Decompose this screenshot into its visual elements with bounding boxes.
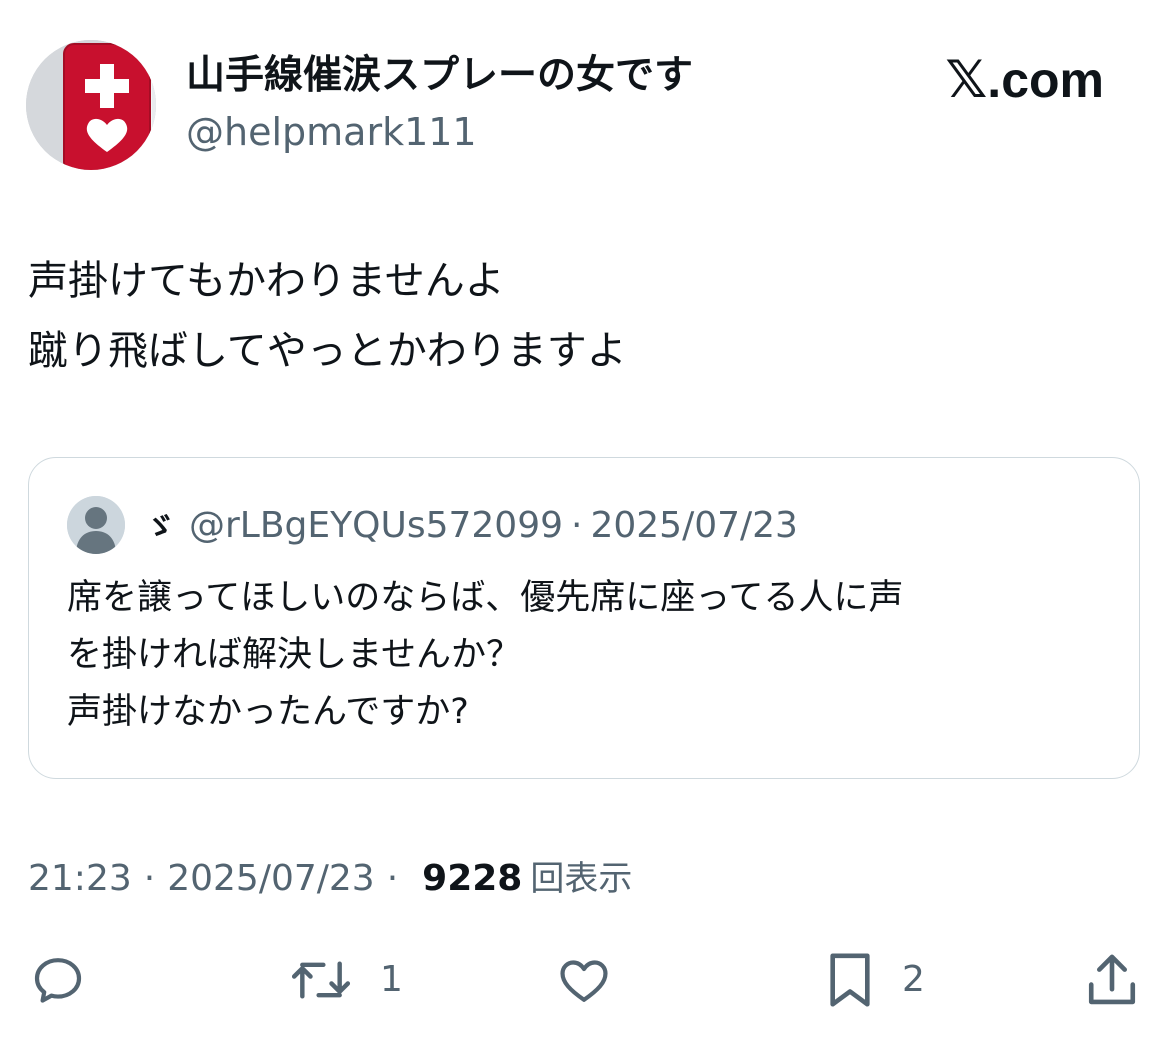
share-button[interactable] [1084, 945, 1140, 1015]
retweet-icon [291, 961, 351, 999]
share-icon [1088, 954, 1136, 1005]
tweet-line: 声掛けてもかわりませんよ [28, 258, 505, 304]
help-mark-avatar-image [26, 40, 156, 170]
quoted-tweet[interactable]: ゞ @rLBgEYQUs572099 · 2025/07/23 席を譲ってほしい… [28, 457, 1140, 779]
x-com-logo: 𝕏 .com [945, 50, 1104, 110]
tweet-time[interactable]: 21:23 [28, 853, 132, 905]
bookmark-icon [830, 953, 870, 1007]
quoted-line: 声掛けなかったんですか? [67, 692, 469, 732]
meta-separator: · [386, 858, 399, 899]
default-avatar-icon [67, 496, 125, 554]
action-bar: 1 2 [0, 945, 1170, 1015]
x-domain-text: .com [987, 52, 1104, 108]
quoted-separator: · [571, 505, 583, 546]
tweet-meta: 21:23 · 2025/07/23 · 9228 回表示 [28, 853, 632, 905]
tweet-text: 声掛けてもかわりませんよ 蹴り飛ばしてやっとかわりますよ [28, 246, 627, 386]
retweet-button[interactable]: 1 [288, 945, 403, 1015]
author-avatar[interactable] [26, 40, 156, 170]
reply-icon [34, 958, 82, 1003]
quoted-display-name[interactable]: ゞ [145, 504, 175, 552]
meta-separator: · [143, 858, 156, 899]
quoted-line: 席を譲ってほしいのならば、優先席に座ってる人に声 [67, 578, 904, 618]
tweet-line: 蹴り飛ばしてやっとかわりますよ [28, 328, 627, 374]
reply-button[interactable] [30, 945, 112, 1015]
quoted-header: ゞ @rLBgEYQUs572099 · 2025/07/23 [145, 502, 798, 552]
like-icon [560, 960, 608, 1002]
author-display-name[interactable]: 山手線催涙スプレーの女です [186, 52, 693, 100]
like-button[interactable] [556, 945, 638, 1015]
tweet-date[interactable]: 2025/07/23 [167, 853, 375, 905]
author-handle[interactable]: @helpmark111 [186, 108, 477, 156]
bookmark-button[interactable]: 2 [824, 945, 925, 1015]
bookmark-count: 2 [902, 959, 925, 1000]
view-count: 9228 [422, 858, 523, 899]
view-count-label: 回表示 [530, 859, 633, 899]
x-logo-icon: 𝕏 [945, 50, 988, 110]
quoted-handle[interactable]: @rLBgEYQUs572099 [189, 502, 563, 550]
quoted-text: 席を譲ってほしいのならば、優先席に座ってる人に声 を掛ければ解決しませんか？ 声… [67, 570, 904, 741]
quoted-line: を掛ければ解決しませんか？ [67, 635, 521, 675]
quoted-date[interactable]: 2025/07/23 [590, 502, 798, 550]
retweet-count: 1 [380, 959, 403, 1000]
quoted-avatar[interactable] [67, 496, 125, 554]
